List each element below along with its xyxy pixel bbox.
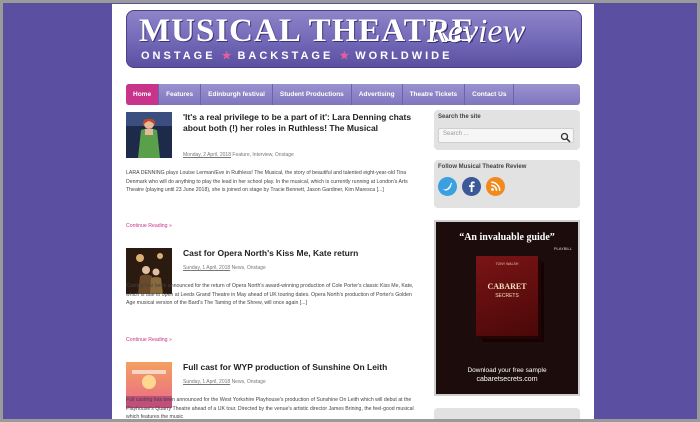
widget-title: Search the site [438,114,481,120]
book-image: TONY WALSH CABARET SECRETS [476,256,538,336]
book-title: CABARET [487,282,527,291]
post-meta: Monday, 2 April, 2018 Feature, Interview… [183,152,294,158]
book-author: TONY WALSH [495,262,519,266]
post-title[interactable]: Cast for Opera North's Kiss Me, Kate ret… [183,248,413,259]
sidebar-widget-next [434,408,580,422]
post-categories[interactable]: News, Onstage [232,379,266,385]
site-title: MUSICAL THEATRE [139,13,475,49]
post-title[interactable]: Full cast for WYP production of Sunshine… [183,362,413,373]
main-nav: Home Features Edinburgh festival Student… [126,84,580,105]
post: 'It's a real privilege to be a part of i… [126,112,418,229]
post-date[interactable]: Sunday, 1 April, 2018 [183,265,230,271]
search-icon[interactable] [560,130,571,143]
ad-quote-source: PLAYBILL [553,246,572,251]
tagline-part: BACKSTAGE [237,50,334,62]
nav-item-edinburgh-festival[interactable]: Edinburgh festival [201,84,273,105]
post-meta: Sunday, 1 April, 2018 News, Onstage [183,265,266,271]
post-categories[interactable]: Feature, Interview, Onstage [232,152,293,158]
continue-reading-link[interactable]: Continue Reading » [126,223,172,229]
page: MUSICAL THEATRE Review ONSTAGE ★ BACKSTAGE… [112,4,594,422]
nav-item-theatre-tickets[interactable]: Theatre Tickets [403,84,466,105]
tagline-part: ONSTAGE [141,50,216,62]
continue-reading-link[interactable]: Continue Reading » [126,337,172,343]
post-date[interactable]: Sunday, 1 April, 2018 [183,379,230,385]
post: Full cast for WYP production of Sunshine… [126,362,418,422]
cabaret-secrets-ad[interactable]: “An invaluable guide” PLAYBILL TONY WALS… [434,220,580,396]
facebook-icon[interactable] [462,177,481,196]
post: Cast for Opera North's Kiss Me, Kate ret… [126,248,418,348]
twitter-icon[interactable] [438,177,457,196]
post-excerpt: Casting has been announced for the retur… [126,283,414,306]
post-categories[interactable]: News, Onstage [232,265,266,271]
rss-icon[interactable] [486,177,505,196]
post-excerpt: Full casting has been announced for the … [126,397,414,420]
search-placeholder: Search ... [443,131,469,137]
post-meta: Sunday, 1 April, 2018 News, Onstage [183,379,266,385]
post-thumbnail[interactable] [126,112,172,158]
nav-item-home[interactable]: Home [126,84,160,105]
book-subtitle: SECRETS [495,293,519,299]
tagline-part: WORLDWIDE [355,50,453,62]
nav-item-advertising[interactable]: Advertising [352,84,403,105]
nav-item-student-productions[interactable]: Student Productions [273,84,352,105]
site-tagline: ONSTAGE ★ BACKSTAGE ★ WORLDWIDE [141,49,452,62]
star-icon: ★ [221,50,232,62]
nav-item-features[interactable]: Features [159,84,202,105]
ad-url: cabaretsecrets.com [476,376,538,383]
post-excerpt: LARA DENNING plays Louise Lerman/Eve in … [126,170,408,193]
ad-quote: “An invaluable guide” [459,232,555,243]
nav-item-contact-us[interactable]: Contact Us [465,84,515,105]
search-input[interactable]: Search ... [438,128,574,143]
search-widget: Search the site Search ... [434,110,580,150]
follow-widget: Follow Musical Theatre Review [434,160,580,208]
ad-cta: Download your free sample [467,367,547,374]
ad-footer: Download your free sample cabaretsecrets… [436,366,578,384]
post-date[interactable]: Monday, 2 April, 2018 [183,152,231,158]
site-banner[interactable]: MUSICAL THEATRE Review ONSTAGE ★ BACKSTAGE… [126,10,582,68]
star-icon: ★ [339,50,350,62]
site-title-script: Review [427,13,526,50]
post-title[interactable]: 'It's a real privilege to be a part of i… [183,112,413,134]
widget-title: Follow Musical Theatre Review [438,164,527,170]
